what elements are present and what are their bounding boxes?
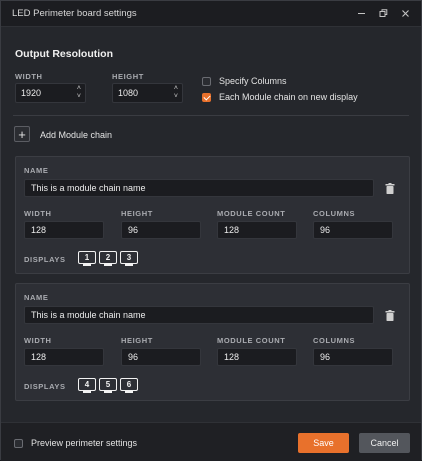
checkbox-unchecked-icon[interactable] (14, 438, 23, 448)
window-title: LED Perimeter board settings (12, 8, 137, 19)
restore-icon[interactable] (375, 6, 391, 22)
display-monitor-icon[interactable]: 5 (99, 378, 117, 394)
columns-label: COLUMNS (313, 209, 356, 218)
module-count-label: MODULE COUNT (217, 209, 286, 218)
plus-icon: + (18, 126, 26, 142)
spin-arrows-icon[interactable]: ˄ ˅ (174, 85, 178, 101)
chain-height-label: HEIGHT (121, 336, 153, 345)
columns-label: COLUMNS (313, 336, 356, 345)
chain-width-input[interactable]: 128 (24, 348, 104, 366)
columns-input[interactable]: 96 (313, 348, 393, 366)
display-number: 3 (120, 251, 138, 264)
spin-arrows-icon[interactable]: ˄ ˅ (77, 85, 81, 101)
chain-name-label: NAME (24, 293, 49, 302)
each-module-label: Each Module chain on new display (219, 92, 358, 102)
output-resolution-title: Output Resoloution (15, 48, 113, 60)
section-divider (13, 115, 409, 116)
dialog-footer: Preview perimeter settings Save Cancel (1, 422, 421, 461)
display-number: 1 (78, 251, 96, 264)
display-monitor-icon[interactable]: 2 (99, 251, 117, 267)
settings-dialog: LED Perimeter board settings Output Reso… (0, 0, 422, 461)
module-chain-panel: NAME This is a module chain name WIDTH 1… (15, 156, 410, 274)
output-width-spinbox[interactable]: 1920 ˄ ˅ (15, 83, 86, 103)
display-monitor-icon[interactable]: 3 (120, 251, 138, 267)
chain-width-label: WIDTH (24, 209, 52, 218)
add-module-chain-button[interactable]: + (14, 126, 30, 142)
close-icon[interactable] (397, 6, 413, 22)
trash-icon[interactable] (385, 310, 395, 321)
display-monitor-icon[interactable]: 4 (78, 378, 96, 394)
checkbox-unchecked-icon[interactable] (202, 76, 211, 86)
preview-perimeter-label: Preview perimeter settings (31, 438, 138, 448)
specify-columns-label: Specify Columns (219, 76, 287, 86)
chain-height-label: HEIGHT (121, 209, 153, 218)
output-width-value: 1920 (21, 88, 42, 98)
output-width-label: WIDTH (15, 72, 43, 81)
chain-width-label: WIDTH (24, 336, 52, 345)
output-height-value: 1080 (118, 88, 139, 98)
chain-height-input[interactable]: 96 (121, 348, 201, 366)
chain-name-input[interactable]: This is a module chain name (24, 306, 374, 324)
module-chain-panel: NAME This is a module chain name WIDTH 1… (15, 283, 410, 401)
chain-width-input[interactable]: 128 (24, 221, 104, 239)
add-module-chain-label[interactable]: Add Module chain (40, 130, 112, 140)
save-button[interactable]: Save (298, 433, 349, 453)
each-module-new-display-checkbox[interactable]: Each Module chain on new display (202, 92, 358, 102)
displays-label: DISPLAYS (24, 382, 66, 391)
chain-name-label: NAME (24, 166, 49, 175)
chain-name-input[interactable]: This is a module chain name (24, 179, 374, 197)
title-bar: LED Perimeter board settings (1, 1, 421, 27)
display-number: 4 (78, 378, 96, 391)
minimize-icon[interactable] (353, 6, 369, 22)
display-monitor-icon[interactable]: 1 (78, 251, 96, 267)
checkbox-checked-icon[interactable] (202, 92, 211, 102)
display-number: 6 (120, 378, 138, 391)
displays-label: DISPLAYS (24, 255, 66, 264)
cancel-button[interactable]: Cancel (359, 433, 410, 453)
trash-icon[interactable] (385, 183, 395, 194)
output-height-spinbox[interactable]: 1080 ˄ ˅ (112, 83, 183, 103)
preview-perimeter-checkbox[interactable]: Preview perimeter settings (14, 438, 137, 448)
module-count-label: MODULE COUNT (217, 336, 286, 345)
module-count-input[interactable]: 128 (217, 221, 297, 239)
display-number: 2 (99, 251, 117, 264)
display-monitor-icon[interactable]: 6 (120, 378, 138, 394)
output-height-label: HEIGHT (112, 72, 144, 81)
specify-columns-checkbox[interactable]: Specify Columns (202, 76, 287, 86)
display-number: 5 (99, 378, 117, 391)
module-count-input[interactable]: 128 (217, 348, 297, 366)
chain-height-input[interactable]: 96 (121, 221, 201, 239)
columns-input[interactable]: 96 (313, 221, 393, 239)
